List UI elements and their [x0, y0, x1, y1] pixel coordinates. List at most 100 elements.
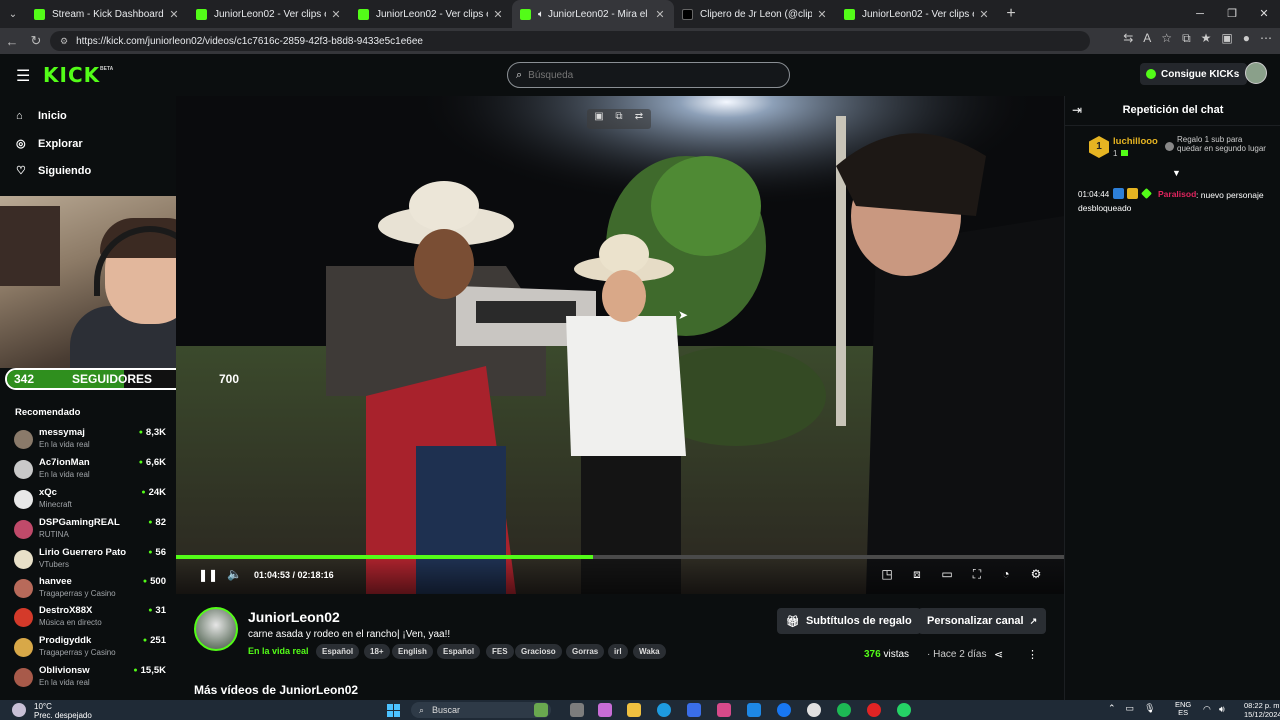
back-icon[interactable]: ← [0, 34, 24, 49]
video-tag[interactable]: Gracioso [515, 644, 562, 659]
sidebar-item-explorar[interactable]: ◎ Explorar [16, 137, 83, 151]
tray-chevron-icon[interactable]: ⌃ [1108, 703, 1116, 714]
recommended-channel[interactable]: DestroX88X Música en directo 31 [14, 604, 166, 632]
instagram-icon[interactable] [717, 703, 731, 717]
wifi-icon[interactable]: ◠ [1203, 704, 1211, 715]
whatsapp-icon[interactable] [897, 703, 911, 717]
sidebar-item-inicio[interactable]: ⌂ Inicio [16, 110, 67, 122]
mail-icon[interactable] [747, 703, 761, 717]
file-explorer-icon[interactable] [627, 703, 641, 717]
language-indicator[interactable]: ENG ES [1175, 701, 1191, 717]
browser-tab[interactable]: JuniorLeon02 - Ver clips en Kick ✕ [836, 0, 998, 28]
browser-tab[interactable]: Clipero de Jr Leon (@clipsjuniorleon) ✕ [674, 0, 836, 28]
video-category[interactable]: En la vida real [248, 646, 309, 656]
profile-icon[interactable]: ● [1243, 31, 1250, 46]
channel-name[interactable]: JuniorLeon02 [248, 609, 340, 625]
close-tab-icon[interactable]: ✕ [816, 8, 828, 21]
recommended-channel[interactable]: Lirio Guerrero Pato VTubers 56 [14, 546, 166, 574]
capcut-icon[interactable] [867, 703, 881, 717]
taskbar-search[interactable]: ⌕ Buscar [411, 702, 551, 718]
theater-mode-icon[interactable]: ▭ [939, 567, 955, 581]
browser-tab[interactable]: Stream - Kick Dashboard ✕ [26, 0, 188, 28]
favorite-star-icon[interactable]: ☆ [1161, 31, 1172, 46]
task-view-icon[interactable] [570, 703, 584, 717]
video-tag[interactable]: 18+ [364, 644, 390, 659]
store-icon[interactable] [687, 703, 701, 717]
recommended-channel[interactable]: Ac7ionMan En la vida real 6,6K [14, 456, 166, 484]
user-avatar[interactable] [1245, 62, 1267, 84]
minimize-icon[interactable]: ─ [1184, 0, 1216, 28]
video-tag[interactable]: Español [316, 644, 360, 659]
volume-icon[interactable]: 🔈 [227, 567, 242, 581]
facebook-icon[interactable] [777, 703, 791, 717]
maximize-icon[interactable]: ❐ [1216, 0, 1248, 28]
video-tag[interactable]: Español [437, 644, 481, 659]
capture-icon[interactable]: ⧉ [611, 111, 627, 127]
leaf-app-icon[interactable] [534, 703, 548, 717]
gift-subs-button[interactable]: 🎁︎ Subtítulos de regalo [777, 608, 921, 634]
close-tab-icon[interactable]: ✕ [978, 8, 990, 21]
url-field[interactable]: ⚙ https://kick.com/juniorleon02/videos/c… [50, 31, 1090, 51]
video-tag[interactable]: Gorras [566, 644, 605, 659]
browser-tab[interactable]: JuniorLeon02 - Ver clips en Kick ✕ [188, 0, 350, 28]
spotify-icon[interactable] [837, 703, 851, 717]
get-kicks-button[interactable]: Consigue KICKs [1140, 63, 1248, 85]
translate-icon[interactable]: ⇆ [1123, 31, 1133, 46]
network-adapter-icon[interactable]: ▭ [1126, 703, 1135, 714]
new-tab-button[interactable]: + [998, 5, 1024, 23]
recommended-channel[interactable]: Prodigyddk Tragaperras y Casino 251 [14, 634, 166, 662]
close-tab-icon[interactable]: ✕ [492, 8, 504, 21]
pip-icon[interactable]: ▣ [591, 111, 607, 127]
recommended-channel[interactable]: DSPGamingREAL RUTINA 82 [14, 516, 166, 544]
recommended-channel[interactable]: hanvee Tragaperras y Casino 500 [14, 575, 166, 603]
favorites-icon[interactable]: ★ [1201, 31, 1212, 46]
fullscreen-icon[interactable]: ⛶ [969, 567, 985, 582]
clock[interactable]: 08:22 p. m. 15/12/2024 [1244, 701, 1280, 719]
recommended-channel[interactable]: messymaj En la vida real 8,3K [14, 426, 166, 454]
clip-icon[interactable]: ⧈ [909, 567, 925, 582]
video-tag[interactable]: English [392, 644, 433, 659]
close-tab-icon[interactable]: ✕ [330, 8, 342, 21]
expand-pinned-icon[interactable]: ▼ [1172, 168, 1181, 178]
speaker-icon[interactable]: 🔊︎ [1219, 704, 1225, 715]
edge-icon[interactable] [657, 703, 671, 717]
settings-gear-icon[interactable]: ⚙ [1028, 567, 1044, 581]
recommended-channel[interactable]: Oblivionsw En la vida real 15,5K [14, 664, 166, 692]
share-icon[interactable]: ⋖ [994, 648, 1003, 661]
close-tab-icon[interactable]: ✕ [168, 8, 180, 21]
video-tag[interactable]: Waka [633, 644, 666, 659]
tab-search-chevron-icon[interactable]: ⌄ [0, 0, 26, 28]
close-tab-icon[interactable]: ✕ [654, 8, 666, 21]
microphone-icon[interactable]: 🎙︎ [1144, 703, 1155, 714]
customize-channel-button[interactable]: Personalizar canal ↗ [918, 608, 1047, 634]
copilot-icon[interactable] [598, 703, 612, 717]
search-bar[interactable]: ⌕ [507, 62, 790, 88]
chrome-icon[interactable] [807, 703, 821, 717]
browser-tab[interactable]: 🔈︎ JuniorLeon02 - Mira el VOD en Kick ✕ [512, 0, 674, 28]
extensions-icon[interactable]: ⧉ [1182, 31, 1191, 46]
reload-icon[interactable]: ↻ [24, 33, 48, 49]
recommended-channel[interactable]: xQc Minecraft 24K [14, 486, 166, 514]
audio-playing-icon[interactable]: 🔈︎ [538, 9, 544, 20]
browser-tab[interactable]: JuniorLeon02 - Ver clips en Kick ✕ [350, 0, 512, 28]
site-info-icon[interactable]: ⚙ [60, 36, 68, 47]
menu-hamburger-icon[interactable]: ☰ [16, 66, 30, 86]
gift-username[interactable]: luchillooo [1113, 136, 1158, 147]
speed-icon[interactable]: ◔ [998, 567, 1014, 581]
more-menu-icon[interactable]: ⋯ [1260, 31, 1272, 46]
translate-video-icon[interactable]: ⇄ [631, 111, 647, 127]
windows-start-icon[interactable] [387, 704, 400, 717]
sidebar-item-siguiendo[interactable]: ♡ Siguiendo [16, 164, 91, 178]
video-player[interactable]: ▣ ⧉ ⇄ ➤ ❚❚ 🔈 01:04:53 / 02:18:16 ◳ ⧈ ▭ ⛶… [176, 96, 1064, 594]
close-window-icon[interactable]: ✕ [1248, 0, 1280, 28]
pause-icon[interactable]: ❚❚ [198, 568, 218, 582]
channel-avatar[interactable] [194, 607, 238, 651]
read-aloud-icon[interactable]: A [1143, 31, 1151, 46]
collections-icon[interactable]: ▣ [1221, 31, 1232, 46]
kick-logo[interactable]: KICK [43, 63, 100, 87]
miniplayer-icon[interactable]: ◳ [879, 567, 895, 581]
video-tag[interactable]: irl [608, 644, 628, 659]
search-input[interactable] [528, 69, 769, 81]
video-tag[interactable]: FES [486, 644, 514, 659]
more-options-icon[interactable]: ⋮ [1027, 648, 1038, 661]
